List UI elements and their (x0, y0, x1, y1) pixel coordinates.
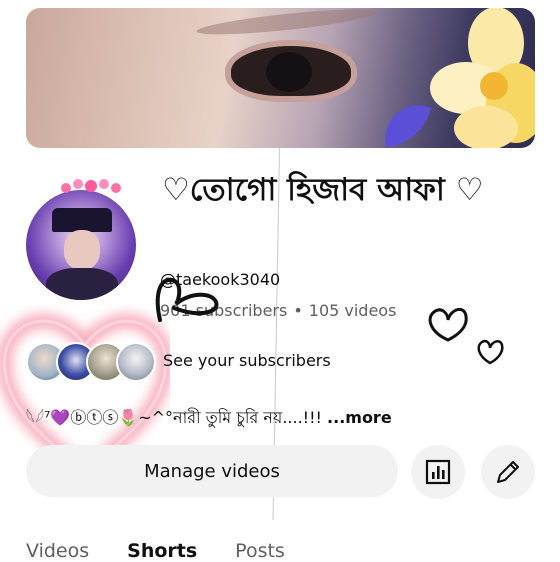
tab-posts[interactable]: Posts (235, 540, 285, 562)
channel-description[interactable]: 𓆩𓆪⁷💜ⓑⓣⓢ🌷~^°নারী তুমি চুরি নয়....!!! ...… (26, 403, 392, 432)
see-subscribers-link[interactable]: See your subscribers (163, 351, 331, 370)
stats-separator: • (293, 301, 303, 320)
video-count: 105 videos (308, 301, 397, 320)
edit-channel-button[interactable] (481, 445, 535, 499)
channel-title: ♡তোগো হিজাব আফা ♡ (162, 172, 484, 208)
description-more-link[interactable]: ...more (327, 408, 392, 427)
banner-flower-image (430, 8, 535, 148)
channel-avatar[interactable] (26, 190, 136, 300)
drawn-heart-icon (428, 307, 468, 342)
subscriber-avatar (116, 342, 156, 382)
pencil-icon (497, 461, 519, 483)
tab-videos[interactable]: Videos (26, 540, 89, 562)
channel-banner[interactable] (26, 8, 535, 148)
avatar-hat-shape (52, 208, 112, 232)
banner-brow-shape (195, 8, 377, 40)
channel-handle: @taekook3040 (160, 270, 281, 289)
avatar-body-shape (46, 268, 118, 300)
channel-tabs: Videos Shorts Posts (26, 540, 285, 562)
manage-videos-button[interactable]: Manage videos (26, 445, 398, 497)
tab-shorts[interactable]: Shorts (127, 540, 197, 562)
drawn-heart-icon (477, 339, 504, 365)
analytics-button[interactable] (411, 445, 465, 499)
description-text: 𓆩𓆪⁷💜ⓑⓣⓢ🌷~^°নারী তুমি চুরি নয়....!!! (26, 408, 322, 427)
avatar-face-shape (64, 230, 100, 270)
subscriber-avatars[interactable] (26, 342, 156, 382)
channel-stats: 901 subscribers • 105 videos (160, 301, 396, 320)
subscriber-count: 901 subscribers (160, 301, 288, 320)
bar-chart-icon (425, 459, 451, 485)
avatar-hearts-decoration (61, 179, 121, 193)
banner-iris-shape (266, 52, 312, 92)
